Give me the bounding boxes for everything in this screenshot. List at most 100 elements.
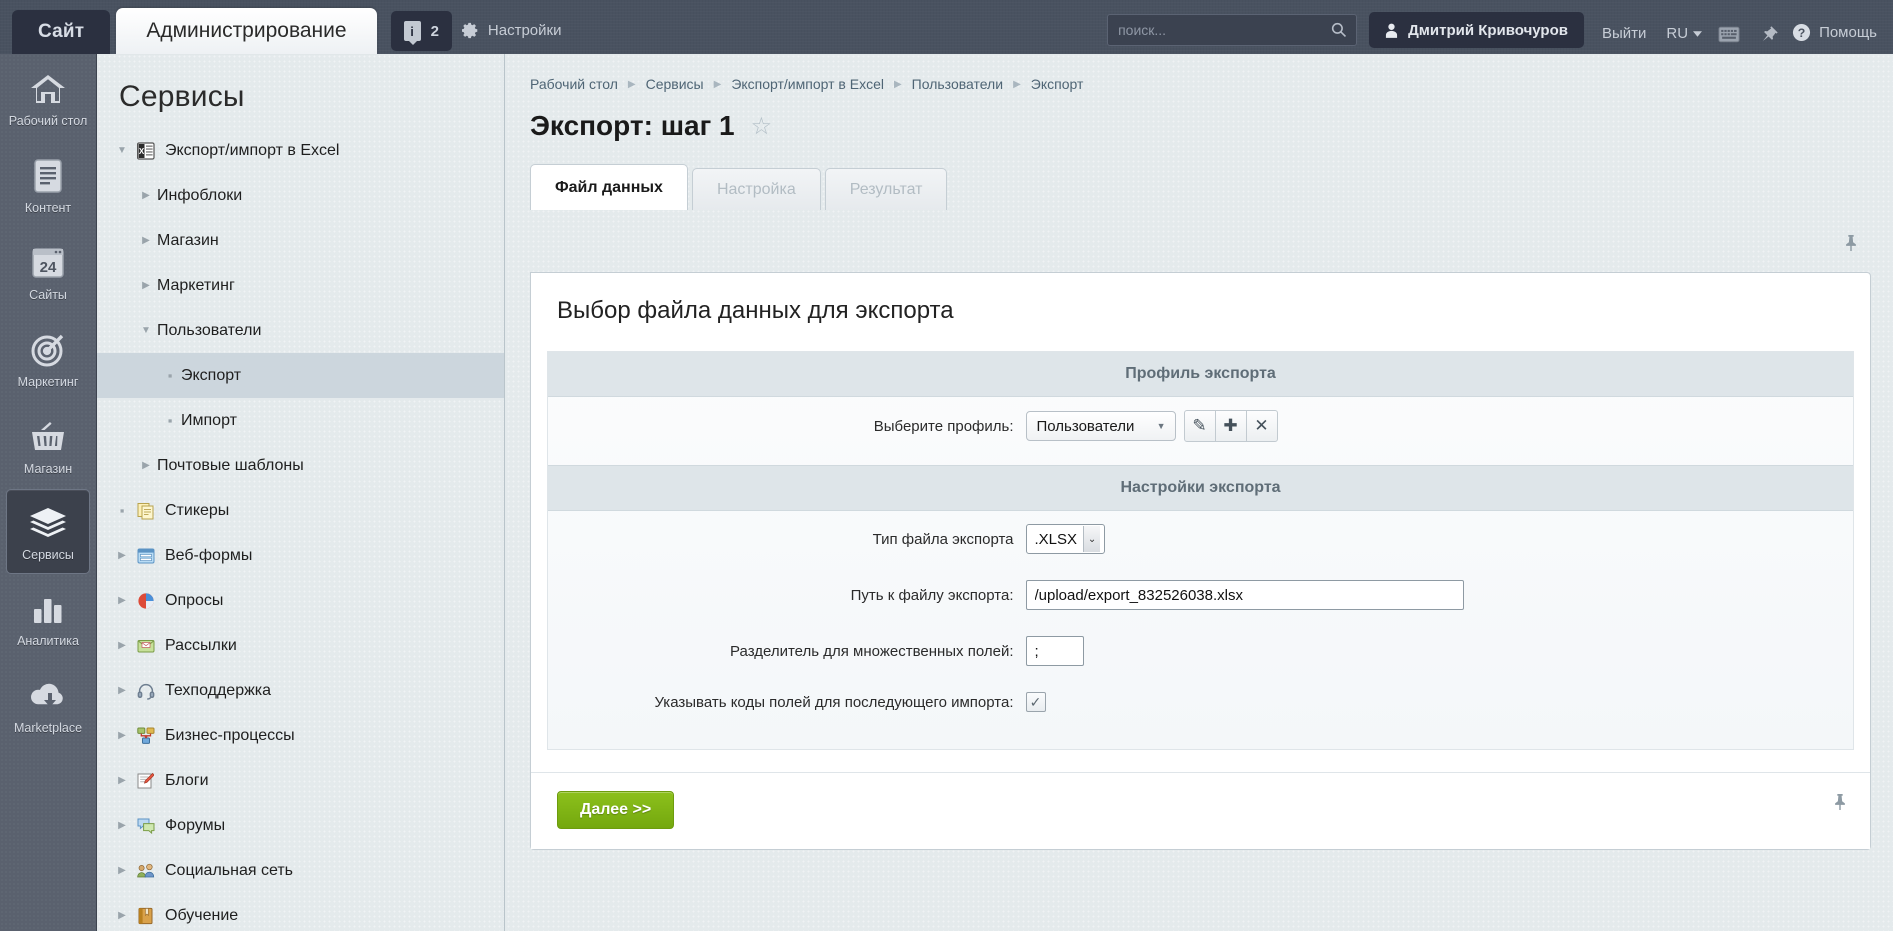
tab-data-file[interactable]: Файл данных <box>530 164 688 210</box>
rail-item-marketplace[interactable]: Marketplace <box>0 661 96 748</box>
menu-item-webforms[interactable]: ▶ Веб-формы <box>97 533 504 578</box>
notifications-badge[interactable]: i 2 <box>391 11 452 51</box>
menu-item-label: Магазин <box>157 232 219 250</box>
add-profile-button[interactable]: ✚ <box>1215 410 1247 442</box>
star-icon[interactable]: ☆ <box>751 112 773 141</box>
user-menu-button[interactable]: Дмитрий Кривочуров <box>1369 12 1584 48</box>
pin-icon[interactable] <box>1832 793 1848 811</box>
caret-right-icon[interactable]: ▶ <box>111 730 133 741</box>
delete-profile-button[interactable]: ✕ <box>1246 410 1278 442</box>
keyboard-icon[interactable] <box>1718 26 1740 43</box>
pin-icon[interactable] <box>1843 234 1859 252</box>
plus-icon: ✚ <box>1223 416 1237 436</box>
profile-select[interactable]: Пользователи ▼ <box>1026 411 1176 441</box>
menu-item-shop[interactable]: ▶ Магазин <box>97 218 504 263</box>
admin-tab[interactable]: Администрирование <box>116 8 376 54</box>
menu-item-business-processes[interactable]: ▶ Бизнес-процессы <box>97 713 504 758</box>
menu-item-learning[interactable]: ▶ Обучение <box>97 893 504 931</box>
logout-link[interactable]: Выйти <box>1602 25 1646 42</box>
menu-item-import[interactable]: ▪ Импорт <box>97 398 504 443</box>
tab-result[interactable]: Результат <box>825 168 948 210</box>
menu-item-export[interactable]: ▪ Экспорт <box>97 353 504 398</box>
caret-right-icon[interactable]: ▶ <box>111 595 133 606</box>
menu-item-social-network[interactable]: ▶ Социальная сеть <box>97 848 504 893</box>
menu-item-users[interactable]: ▼ Пользователи <box>97 308 504 353</box>
rail-item-services[interactable]: Сервисы <box>6 489 90 574</box>
tab-settings[interactable]: Настройка <box>692 168 821 210</box>
language-switcher[interactable]: RU <box>1666 25 1702 42</box>
caret-right-icon[interactable]: ▶ <box>111 640 133 651</box>
cloud-download-icon <box>4 675 92 717</box>
separator-input[interactable] <box>1026 636 1084 666</box>
search-input[interactable] <box>1108 22 1331 38</box>
search-box[interactable] <box>1107 14 1357 46</box>
pin-icon[interactable] <box>1760 25 1778 43</box>
caret-right-icon[interactable]: ▶ <box>111 865 133 876</box>
breadcrumb-item-4[interactable]: Экспорт <box>1031 76 1084 92</box>
field-codes-checkbox[interactable]: ✓ <box>1026 692 1046 712</box>
bar-chart-icon <box>4 588 92 630</box>
rail-item-desktop[interactable]: Рабочий стол <box>0 54 96 141</box>
document-icon <box>4 155 92 197</box>
menu-item-mailings[interactable]: ▶ Рассылки <box>97 623 504 668</box>
caret-right-icon[interactable]: ▶ <box>111 910 133 921</box>
caret-right-icon[interactable]: ▶ <box>111 685 133 696</box>
breadcrumb-item-1[interactable]: Сервисы <box>646 76 704 92</box>
chevron-down-icon: ▼ <box>1157 421 1166 431</box>
profile-section-heading: Профиль экспорта <box>548 352 1853 397</box>
menu-item-label: Стикеры <box>165 502 229 520</box>
settings-menu-item[interactable]: Настройки <box>452 8 572 52</box>
caret-right-icon[interactable]: ▶ <box>111 550 133 561</box>
chevron-down-icon: ⌄ <box>1083 526 1100 552</box>
menu-item-label: Экспорт <box>181 367 241 385</box>
export-form: Профиль экспорта Выберите профиль: Польз… <box>547 351 1854 750</box>
menu-item-excel-import-export[interactable]: ▼ X Экспорт/импорт в Excel <box>97 128 504 173</box>
menu-item-forums[interactable]: ▶ Форумы <box>97 803 504 848</box>
help-link[interactable]: ? Помощь <box>1792 23 1877 42</box>
book-icon <box>133 907 159 925</box>
site-tab[interactable]: Сайт <box>12 10 110 54</box>
caret-right-icon[interactable]: ▶ <box>135 460 157 471</box>
edit-profile-button[interactable]: ✎ <box>1184 410 1216 442</box>
breadcrumb-item-2[interactable]: Экспорт/импорт в Excel <box>731 76 884 92</box>
breadcrumb-item-3[interactable]: Пользователи <box>912 76 1003 92</box>
menu-item-label: Почтовые шаблоны <box>157 457 304 475</box>
page-title: Экспорт: шаг 1 ☆ <box>530 110 1893 142</box>
menu-item-polls[interactable]: ▶ Опросы <box>97 578 504 623</box>
next-button[interactable]: Далее >> <box>557 791 674 829</box>
target-icon <box>4 329 92 371</box>
menu-item-label: Обучение <box>165 907 238 925</box>
rail-item-analytics[interactable]: Аналитика <box>0 574 96 661</box>
export-panel: Выбор файла данных для экспорта Профиль … <box>530 272 1871 850</box>
file-type-label: Тип файла экспорта <box>596 531 1026 548</box>
caret-right-icon[interactable]: ▶ <box>111 775 133 786</box>
menu-item-stickers[interactable]: ▪ Стикеры <box>97 488 504 533</box>
services-menu-panel: Сервисы ▼ X Экспорт/импорт в Excel ▶ Инф… <box>97 54 505 931</box>
menu-item-marketing[interactable]: ▶ Маркетинг <box>97 263 504 308</box>
menu-item-label: Техподдержка <box>165 682 271 700</box>
menu-item-techsupport[interactable]: ▶ Техподдержка <box>97 668 504 713</box>
menu-item-blogs[interactable]: ▶ Блоги <box>97 758 504 803</box>
breadcrumb-item-0[interactable]: Рабочий стол <box>530 76 618 92</box>
caret-right-icon[interactable]: ▶ <box>135 190 157 201</box>
rail-item-shop[interactable]: Магазин <box>0 402 96 489</box>
rail-item-marketing[interactable]: Маркетинг <box>0 315 96 402</box>
menu-item-infoblocks[interactable]: ▶ Инфоблоки <box>97 173 504 218</box>
chevron-down-icon <box>1693 31 1702 37</box>
caret-right-icon[interactable]: ▶ <box>135 235 157 246</box>
caret-right-icon[interactable]: ▶ <box>135 280 157 291</box>
user-icon <box>1385 23 1398 38</box>
field-codes-label: Указывать коды полей для последующего им… <box>596 694 1026 711</box>
file-type-select[interactable]: .XLSX ⌄ <box>1026 524 1106 554</box>
caret-down-icon[interactable]: ▼ <box>111 145 133 156</box>
caret-down-icon[interactable]: ▼ <box>135 325 157 336</box>
rail-item-sites[interactable]: 24 Сайты <box>0 228 96 315</box>
menu-item-mail-templates[interactable]: ▶ Почтовые шаблоны <box>97 443 504 488</box>
rail-item-content[interactable]: Контент <box>0 141 96 228</box>
panel-footer: Далее >> <box>531 772 1870 849</box>
export-path-input[interactable] <box>1026 580 1464 610</box>
caret-right-icon[interactable]: ▶ <box>111 820 133 831</box>
rail-item-marketplace-label: Marketplace <box>4 721 92 736</box>
svg-text:X: X <box>139 147 145 156</box>
search-icon[interactable] <box>1331 22 1356 38</box>
